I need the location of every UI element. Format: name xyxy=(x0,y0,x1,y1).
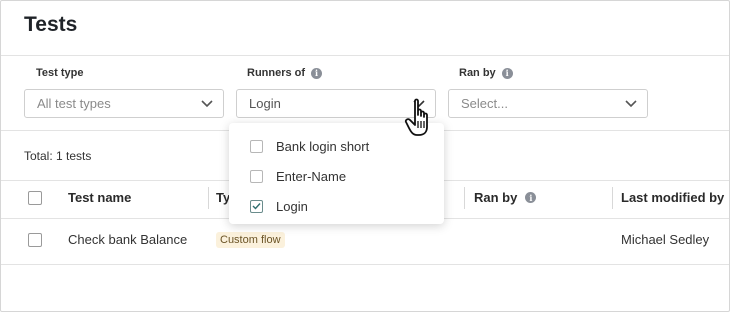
column-separator[interactable] xyxy=(612,187,613,209)
dropdown-option[interactable]: Enter-Name xyxy=(229,161,444,191)
info-icon[interactable]: i xyxy=(311,67,323,79)
option-label: Bank login short xyxy=(276,138,370,154)
ran-by-placeholder: Select... xyxy=(461,96,508,111)
test-type-label: Test type xyxy=(36,67,83,79)
check-icon xyxy=(252,203,261,210)
ran-by-label: Ran by i xyxy=(459,67,513,79)
dropdown-option[interactable]: Login xyxy=(229,191,444,221)
option-label: Enter-Name xyxy=(276,168,347,184)
option-checkbox[interactable] xyxy=(250,169,263,183)
test-type-label-text: Test type xyxy=(36,67,84,79)
tests-panel: Tests Test type All test types Runners o… xyxy=(0,0,730,312)
row-last-modified-by: Michael Sedley xyxy=(621,232,710,247)
ran-by-select[interactable]: Select... xyxy=(448,89,648,118)
column-separator[interactable] xyxy=(464,187,465,209)
runners-of-label: Runners of i xyxy=(247,67,323,79)
column-header-ran-by-text: Ran by xyxy=(474,190,518,205)
column-header-ran-by[interactable]: Ran by i xyxy=(474,190,537,205)
row-divider xyxy=(1,264,729,265)
row-checkbox[interactable] xyxy=(28,233,42,247)
test-type-select[interactable]: All test types xyxy=(24,89,224,118)
option-checkbox-checked[interactable] xyxy=(250,199,263,213)
ran-by-label-text: Ran by xyxy=(459,67,496,79)
option-checkbox[interactable] xyxy=(250,139,263,153)
runners-of-label-text: Runners of xyxy=(247,67,306,79)
total-count: Total: 1 tests xyxy=(24,149,92,163)
header-divider xyxy=(1,55,729,56)
select-all-checkbox[interactable] xyxy=(28,191,42,205)
chevron-down-icon xyxy=(619,90,643,117)
column-header-test-name[interactable]: Test name xyxy=(68,190,131,205)
test-type-badge: Custom flow xyxy=(216,232,285,248)
page-title: Tests xyxy=(24,13,78,36)
runners-of-value: Login xyxy=(249,96,281,111)
chevron-down-icon xyxy=(195,90,219,117)
column-separator[interactable] xyxy=(208,187,209,209)
row-test-name[interactable]: Check bank Balance xyxy=(68,232,187,247)
column-header-test-name-text: Test name xyxy=(68,190,132,205)
column-header-last-modified-by-text: Last modified by xyxy=(621,190,725,205)
hand-cursor-icon xyxy=(404,98,428,136)
info-icon[interactable]: i xyxy=(525,192,537,203)
test-type-placeholder: All test types xyxy=(37,96,111,111)
info-icon[interactable]: i xyxy=(501,67,513,79)
column-header-last-modified-by[interactable]: Last modified by xyxy=(621,190,724,205)
option-label: Login xyxy=(276,198,308,214)
